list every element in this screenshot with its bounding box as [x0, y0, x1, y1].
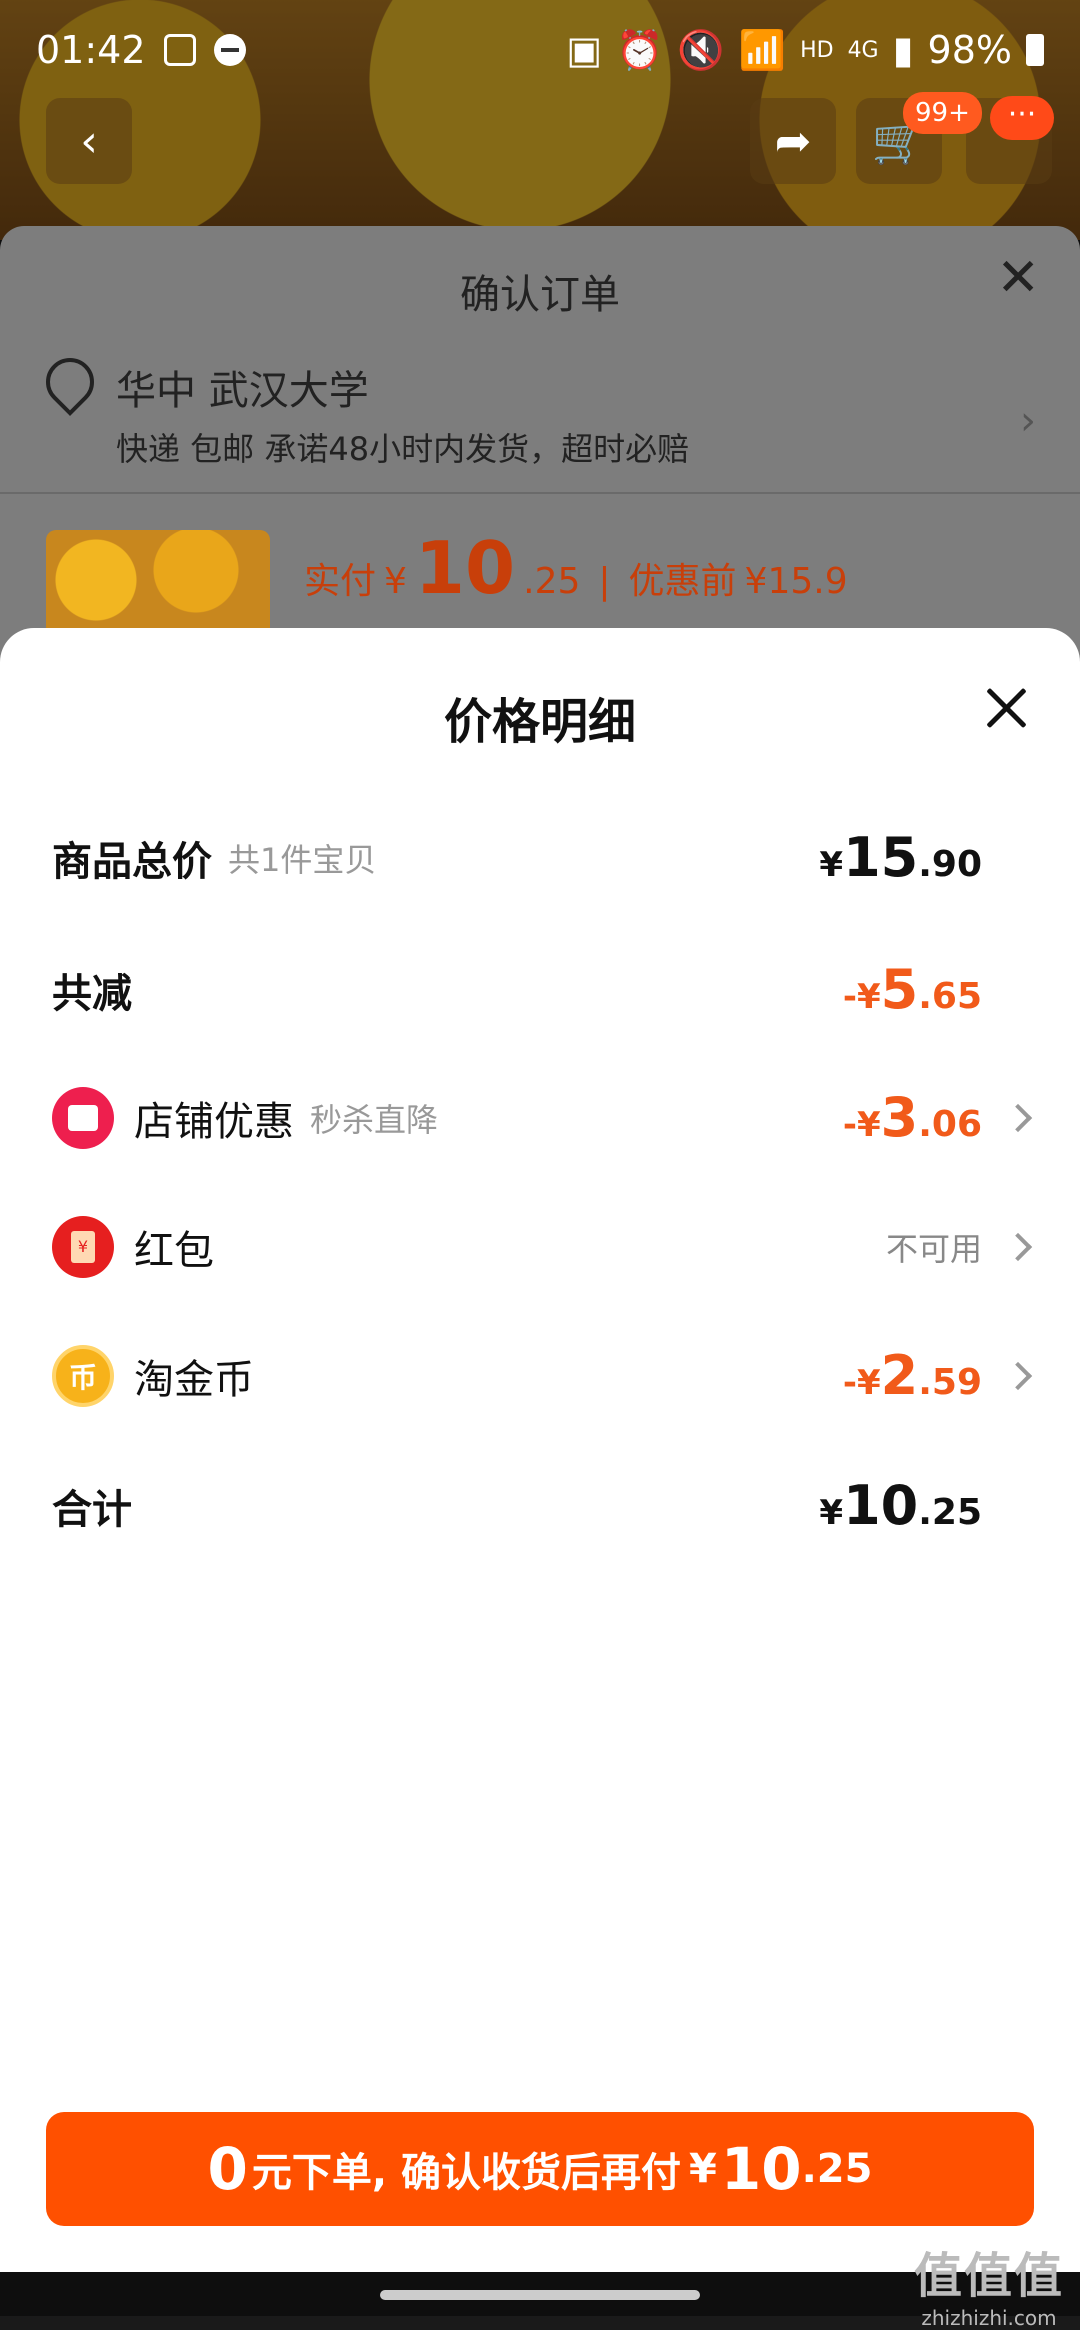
sum-label: 合计 — [52, 1486, 132, 1533]
coin-label: 淘金币 — [134, 1356, 254, 1403]
store-icon — [52, 1086, 114, 1149]
gallery-icon — [163, 34, 196, 66]
status-time: 01:42 — [36, 28, 146, 72]
cta-text: 元下单, 确认收货后再付 — [251, 2150, 682, 2196]
chevron-right-icon — [1003, 1103, 1033, 1132]
row-total-price: 商品总价 共1件宝贝 ¥ 15 .90 — [52, 826, 1028, 889]
close-icon[interactable] — [984, 686, 1028, 730]
paid-label: 实付 — [304, 561, 377, 602]
store-amount: -¥ 3 .06 — [843, 1086, 982, 1149]
back-button[interactable]: ‹ — [46, 98, 132, 184]
coin-icon-char: 币 — [68, 1360, 97, 1394]
row-taojinbi[interactable]: 币 淘金币 -¥ 2 .59 — [52, 1344, 1033, 1407]
divider — [0, 492, 1080, 494]
watermark-logo: 值值值 — [913, 2248, 1064, 2304]
price-detail-sheet: 价格明细 商品总价 共1件宝贝 ¥ 15 .90 共减 -¥ 5 .65 店铺优… — [0, 628, 1080, 2272]
total-label: 商品总价 — [52, 838, 212, 885]
address-chevron-icon[interactable]: › — [1020, 398, 1036, 444]
cta-currency: ¥ — [689, 2146, 717, 2192]
home-indicator[interactable] — [380, 2290, 700, 2300]
cta-zero: 0 — [207, 2135, 248, 2203]
row-red-packet[interactable]: ¥ 红包 不可用 — [52, 1216, 1033, 1278]
status-bar: 01:42 ▣ ⏰ 🔇 📶 HD 4G ▮ 98% — [0, 0, 1080, 100]
location-pin-icon — [36, 348, 104, 416]
do-not-disturb-icon — [213, 34, 246, 66]
battery-icon — [1026, 34, 1044, 66]
share-icon: ➦ — [774, 115, 812, 167]
chevron-left-icon: ‹ — [80, 115, 98, 167]
signal-icon: ▮ — [892, 28, 914, 72]
total-int: 15 — [843, 826, 919, 889]
coin-icon: 币 — [52, 1344, 114, 1407]
order-address[interactable]: 华中 武汉大学 — [116, 358, 369, 416]
order-price: 实付 ¥ 10 .25 | 优惠前 ¥15.9 — [304, 526, 848, 610]
chevron-right-icon — [1003, 1232, 1033, 1262]
order-close-icon[interactable]: ✕ — [996, 248, 1040, 308]
paid-int: 10 — [414, 526, 516, 610]
store-int: 3 — [880, 1086, 919, 1149]
chevron-right-icon — [1003, 1361, 1033, 1390]
network-label: 4G — [847, 37, 879, 63]
battery-saver-icon: ▣ — [566, 28, 603, 72]
total-dec: .90 — [918, 844, 982, 885]
reduce-dec: .65 — [918, 976, 982, 1017]
share-button[interactable]: ➦ — [750, 98, 836, 184]
before-price: ¥15.9 — [744, 561, 848, 602]
store-sub: 秒杀直降 — [310, 1100, 439, 1139]
wifi-icon: 📶 — [738, 27, 787, 72]
coin-int: 2 — [880, 1344, 919, 1407]
sum-int: 10 — [843, 1474, 919, 1537]
place-order-button[interactable]: 0 元下单, 确认收货后再付 ¥ 10 .25 — [46, 2112, 1034, 2226]
order-title: 确认订单 — [460, 272, 620, 318]
price-separator: | — [598, 561, 611, 602]
total-sub: 共1件宝贝 — [228, 840, 377, 879]
cta-dec: .25 — [801, 2146, 873, 2192]
red-packet-icon: ¥ — [52, 1216, 114, 1278]
row-store-discount[interactable]: 店铺优惠 秒杀直降 -¥ 3 .06 — [52, 1086, 1033, 1149]
mute-icon: 🔇 — [677, 27, 725, 72]
watermark-url: zhizhizhi.com — [921, 2306, 1057, 2330]
sum-currency: ¥ — [819, 1493, 844, 1533]
redpack-status: 不可用 — [885, 1230, 982, 1268]
alarm-icon: ⏰ — [616, 27, 664, 72]
store-currency: -¥ — [842, 1105, 881, 1145]
paid-dec: .25 — [523, 561, 581, 602]
sheet-title: 价格明细 — [443, 694, 636, 750]
reduce-label: 共减 — [52, 970, 132, 1017]
redpack-label: 红包 — [134, 1228, 214, 1274]
product-thumbnail — [46, 530, 270, 640]
sum-amount: ¥ 10 .25 — [819, 1474, 982, 1537]
row-total-reduction: 共减 -¥ 5 .65 — [52, 958, 1028, 1021]
red-packet-icon-char: ¥ — [71, 1231, 95, 1263]
total-amount: ¥ 15 .90 — [819, 826, 982, 889]
reduce-amount: -¥ 5 .65 — [843, 958, 982, 1021]
reduce-int: 5 — [880, 958, 919, 1021]
total-currency: ¥ — [819, 845, 844, 885]
hd-label: HD — [800, 37, 834, 63]
coin-currency: -¥ — [842, 1363, 881, 1403]
row-sum: 合计 ¥ 10 .25 — [52, 1474, 1028, 1537]
before-label: 优惠前 — [628, 561, 737, 602]
cart-count-badge: 99+ — [903, 92, 982, 134]
reduce-currency: -¥ — [842, 977, 881, 1017]
store-dec: .06 — [918, 1104, 982, 1145]
coin-amount: -¥ 2 .59 — [843, 1344, 982, 1407]
store-label: 店铺优惠 — [134, 1098, 294, 1145]
sum-dec: .25 — [918, 1492, 982, 1533]
shipping-note: 快递 包邮 承诺48小时内发货，超时必赔 — [116, 430, 690, 468]
paid-currency: ¥ — [384, 561, 407, 602]
coin-dec: .59 — [918, 1362, 982, 1403]
cta-int: 10 — [720, 2135, 802, 2203]
battery-percent: 98% — [927, 28, 1012, 72]
more-badge: ··· — [990, 96, 1054, 140]
